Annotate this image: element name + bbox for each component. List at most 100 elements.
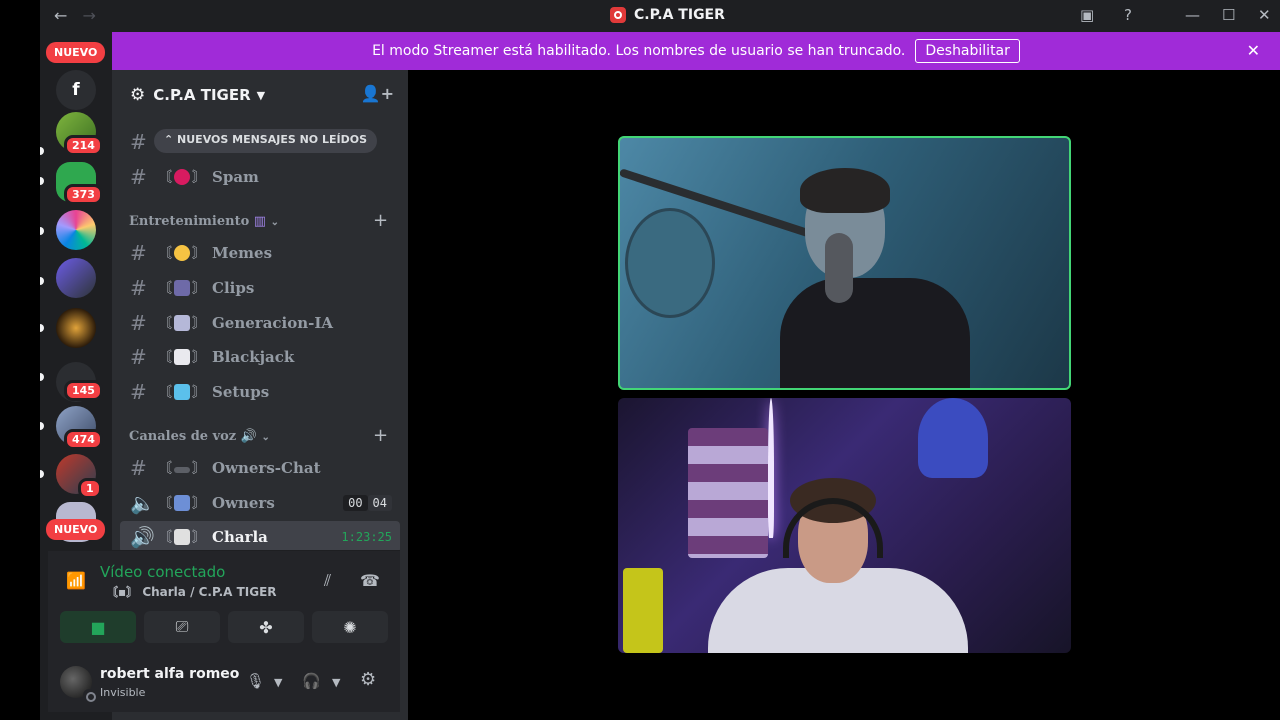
flag-image <box>688 428 768 558</box>
voice-lock-icon: 🔈 <box>130 491 155 515</box>
channel-label: Blackjack <box>212 348 295 366</box>
hash-icon: # <box>130 241 147 265</box>
help-icon[interactable]: ? <box>1124 6 1132 24</box>
channel-label: Owners-Chat <box>212 459 321 477</box>
bottle-image <box>623 568 663 653</box>
hash-icon: # <box>130 345 147 369</box>
inbox-icon[interactable]: ▣ <box>1080 6 1094 24</box>
channel-emoji-icon: 〘〙 <box>158 461 206 477</box>
channel-label: Memes <box>212 244 273 262</box>
call-duration: 1:23:25 <box>341 530 392 544</box>
unread-pip <box>40 147 44 155</box>
forward-icon[interactable]: → <box>83 6 96 25</box>
category-label: Entretenimiento <box>129 214 250 229</box>
unread-messages-pill[interactable]: ⌃ NUEVOS MENSAJES NO LEÍDOS <box>154 129 377 153</box>
unread-pip <box>40 373 44 381</box>
category-entretenimiento[interactable]: Entretenimiento ▥ ⌄ + <box>129 210 388 231</box>
channel-label: Charla <box>212 528 268 546</box>
gear-icon[interactable]: ⚙ <box>360 669 376 690</box>
maximize-icon[interactable]: ☐ <box>1222 6 1235 24</box>
neon-light-image <box>768 398 774 538</box>
window-title-text: C.P.A TIGER <box>634 7 725 23</box>
mention-badge: 145 <box>64 380 103 401</box>
mention-badge: 474 <box>64 429 103 450</box>
minimize-icon[interactable]: — <box>1185 6 1200 24</box>
soundboard-icon: ✺ <box>343 617 357 637</box>
channel-owners-chat[interactable]: # 〘〙 Owners-Chat <box>120 452 400 484</box>
channel-clips[interactable]: # 〘〙 Clips <box>120 272 400 304</box>
user-status: Invisible <box>100 686 146 699</box>
back-icon[interactable]: ← <box>54 6 67 25</box>
camera-button[interactable]: ■ <box>60 611 136 643</box>
new-badge-top[interactable]: NUEVO <box>46 42 106 63</box>
user-limit-counter: 00 04 <box>343 495 392 511</box>
close-window-icon[interactable]: ✕ <box>1258 6 1271 24</box>
channel-emoji-icon: 〘〙 <box>158 495 206 512</box>
nav-buttons: ← → <box>54 6 106 25</box>
channel-memes[interactable]: # 〘〙 Memes <box>120 237 400 269</box>
invite-icon[interactable]: 👤+ <box>361 84 394 103</box>
calendar-icon: ▥ <box>253 214 267 229</box>
speaker-icon: 🔊 <box>240 429 257 444</box>
category-label: Canales de voz <box>129 429 237 444</box>
screen-share-button[interactable]: ⎚ <box>144 611 220 643</box>
speaker-icon: 🔊 <box>130 525 155 549</box>
video-tile[interactable] <box>618 398 1071 653</box>
channel-label: Generacion-IA <box>212 314 334 332</box>
unread-pip <box>40 324 44 332</box>
mention-badge: 214 <box>64 135 103 156</box>
streamer-mode-banner: El modo Streamer está habilitado. Los no… <box>112 32 1280 70</box>
voice-location[interactable]: 〘▪〙 Charla / C.P.A TIGER <box>106 583 277 600</box>
noise-suppression-icon[interactable]: ⫽ <box>324 571 331 591</box>
chevron-down-icon[interactable]: ▼ <box>274 676 282 689</box>
category-voice[interactable]: Canales de voz 🔊 ⌄ + <box>129 425 388 446</box>
channel-label: Spam <box>212 168 259 186</box>
voice-status[interactable]: Vídeo conectado <box>100 563 225 581</box>
channel-emoji-icon: 〘〙 <box>158 384 206 401</box>
avatar[interactable] <box>60 666 96 702</box>
mention-badge: 373 <box>64 184 103 205</box>
chevron-down-icon[interactable]: ▼ <box>332 676 340 689</box>
headphones-icon[interactable]: 🎧 <box>302 672 321 690</box>
channel-generacion-ia[interactable]: # 〘〙 Generacion-IA <box>120 307 400 339</box>
unread-pip <box>40 422 44 430</box>
fan-image <box>625 208 715 318</box>
channel-owners[interactable]: 🔈 〘〙 Owners 00 04 <box>120 487 400 519</box>
channel-emoji-icon: 〘〙 <box>158 280 206 297</box>
chevron-down-icon: ⌄ <box>270 217 279 228</box>
window-title: C.P.A TIGER <box>610 7 725 23</box>
hash-icon: # <box>130 276 147 300</box>
video-stage <box>408 70 1280 720</box>
channel-emoji-icon: 〘〙 <box>158 245 206 262</box>
channel-blackjack[interactable]: # 〘〙 Blackjack <box>120 341 400 373</box>
channel-emoji-icon: 〘〙 <box>158 529 206 546</box>
server-facebook-icon[interactable]: f <box>56 70 96 110</box>
hash-icon: # <box>130 165 147 189</box>
disable-streamer-button[interactable]: Deshabilitar <box>915 39 1020 63</box>
chevron-up-icon: ⌃ <box>164 133 178 146</box>
new-badge-bottom[interactable]: NUEVO <box>46 519 106 540</box>
channel-setups[interactable]: # 〘〙 Setups <box>120 376 400 408</box>
add-channel-icon[interactable]: + <box>373 425 388 446</box>
server-icon-4[interactable] <box>56 258 96 298</box>
video-tile-speaking[interactable] <box>618 136 1071 390</box>
channel-label: Clips <box>212 279 255 297</box>
close-banner-icon[interactable]: ✕ <box>1247 41 1260 60</box>
voice-location-text: Charla / C.P.A TIGER <box>142 585 277 599</box>
activities-button[interactable]: ✤ <box>228 611 304 643</box>
unread-pip <box>40 470 44 478</box>
disconnect-icon[interactable]: ☎ <box>360 571 380 590</box>
server-icon-3[interactable] <box>56 210 96 250</box>
soundboard-button[interactable]: ✺ <box>312 611 388 643</box>
channel-spam[interactable]: # 〘〙 Spam <box>120 161 400 193</box>
username[interactable]: robert alfa romeo <box>100 666 239 682</box>
channel-charla[interactable]: 🔊 〘〙 Charla 1:23:25 <box>120 521 400 553</box>
server-icon-5[interactable] <box>56 308 96 348</box>
guild-header[interactable]: ⚙ C.P.A TIGER ▼ 👤+ <box>112 70 408 120</box>
unread-pip <box>40 177 44 185</box>
add-channel-icon[interactable]: + <box>373 210 388 231</box>
microphone-icon[interactable]: 🎙 <box>246 672 265 690</box>
chevron-down-icon: ▼ <box>256 88 266 102</box>
signal-icon[interactable]: 📶 <box>66 571 86 590</box>
channel-emoji-icon: 〘〙 <box>158 169 206 186</box>
